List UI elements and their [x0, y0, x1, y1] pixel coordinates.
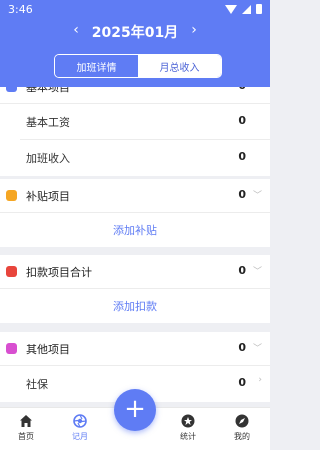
other-section-title: 其他项目 [26, 343, 70, 356]
social-insurance-value: 0 [238, 376, 246, 389]
status-bar: 3:46 [0, 0, 270, 20]
tab-record-month[interactable]: 记月 [60, 414, 100, 442]
chevron-down-icon[interactable]: ﹀ [253, 341, 262, 354]
divider [0, 212, 270, 213]
app-header: 3:46 ‹ 2025年01月 › 加班详情 月总收入 [0, 0, 270, 87]
deduction-section-header[interactable]: 扣款项目合计 0 ﹀ [0, 255, 270, 289]
tab-mine-label: 我的 [234, 432, 250, 441]
tab-mine[interactable]: 我的 [222, 414, 262, 442]
add-record-button[interactable]: + [114, 389, 156, 431]
subsidy-icon [6, 190, 17, 201]
segmented-tabs: 加班详情 月总收入 [54, 54, 222, 78]
battery-icon [256, 4, 262, 14]
basic-salary-value: 0 [238, 114, 246, 127]
add-subsidy-button[interactable]: 添加补贴 [0, 213, 270, 247]
other-section-header[interactable]: 其他项目 0 ﹀ [0, 332, 270, 366]
overtime-income-value: 0 [238, 150, 246, 163]
tab-statistics-label: 统计 [180, 432, 196, 441]
divider [0, 288, 270, 289]
other-total: 0 [238, 341, 246, 354]
chevron-down-icon[interactable]: ﹀ [253, 264, 262, 277]
month-title[interactable]: 2025年01月 [84, 22, 186, 42]
social-insurance-label: 社保 [26, 378, 48, 391]
tab-overtime-details[interactable]: 加班详情 [55, 55, 138, 77]
subsidy-section-card: 补贴项目 0 ﹀ 添加补贴 [0, 179, 270, 247]
prev-month-icon[interactable]: ‹ [68, 22, 84, 38]
basic-salary-label: 基本工资 [26, 116, 70, 129]
list-item-overtime-income[interactable]: 加班收入 0 [0, 140, 270, 176]
base-section-card: 基本项目 0 基本工资 0 加班收入 0 [0, 87, 270, 176]
home-icon [20, 415, 32, 427]
shutter-icon [73, 414, 87, 428]
chevron-down-icon[interactable]: ﹀ [253, 188, 262, 201]
month-selector: ‹ 2025年01月 › [0, 22, 270, 44]
tab-home[interactable]: 首页 [6, 414, 46, 442]
stats-icon [181, 414, 195, 428]
tab-statistics[interactable]: 统计 [168, 414, 208, 442]
main-content: 基本项目 0 基本工资 0 加班收入 0 补贴项目 0 ﹀ 添加补贴 扣款项目合… [0, 87, 270, 407]
deduction-icon [6, 266, 17, 277]
tab-home-label: 首页 [18, 432, 34, 441]
subsidy-total: 0 [238, 188, 246, 201]
list-item-basic-salary[interactable]: 基本工资 0 [0, 104, 270, 140]
deduction-section-title: 扣款项目合计 [26, 266, 92, 279]
deduction-total: 0 [238, 264, 246, 277]
subsidy-section-header[interactable]: 补贴项目 0 ﹀ [0, 179, 270, 213]
tab-record-month-label: 记月 [72, 432, 88, 441]
base-section-header[interactable]: 基本项目 0 [0, 87, 270, 104]
subsidy-section-title: 补贴项目 [26, 190, 70, 203]
wifi-icon [225, 4, 237, 14]
chevron-right-icon[interactable]: › [258, 375, 262, 385]
signal-icon [242, 4, 251, 14]
deduction-section-card: 扣款项目合计 0 ﹀ 添加扣款 [0, 255, 270, 323]
status-time: 3:46 [8, 3, 33, 16]
base-section-total: 0 [238, 87, 246, 92]
overtime-income-label: 加班收入 [26, 152, 70, 165]
tab-monthly-income[interactable]: 月总收入 [138, 55, 221, 77]
status-icons [225, 4, 262, 14]
base-section-title: 基本项目 [26, 87, 70, 94]
base-items-icon [6, 87, 17, 92]
next-month-icon[interactable]: › [186, 22, 202, 38]
add-deduction-button[interactable]: 添加扣款 [0, 289, 270, 323]
other-items-icon [6, 343, 17, 354]
compass-icon [235, 414, 249, 428]
